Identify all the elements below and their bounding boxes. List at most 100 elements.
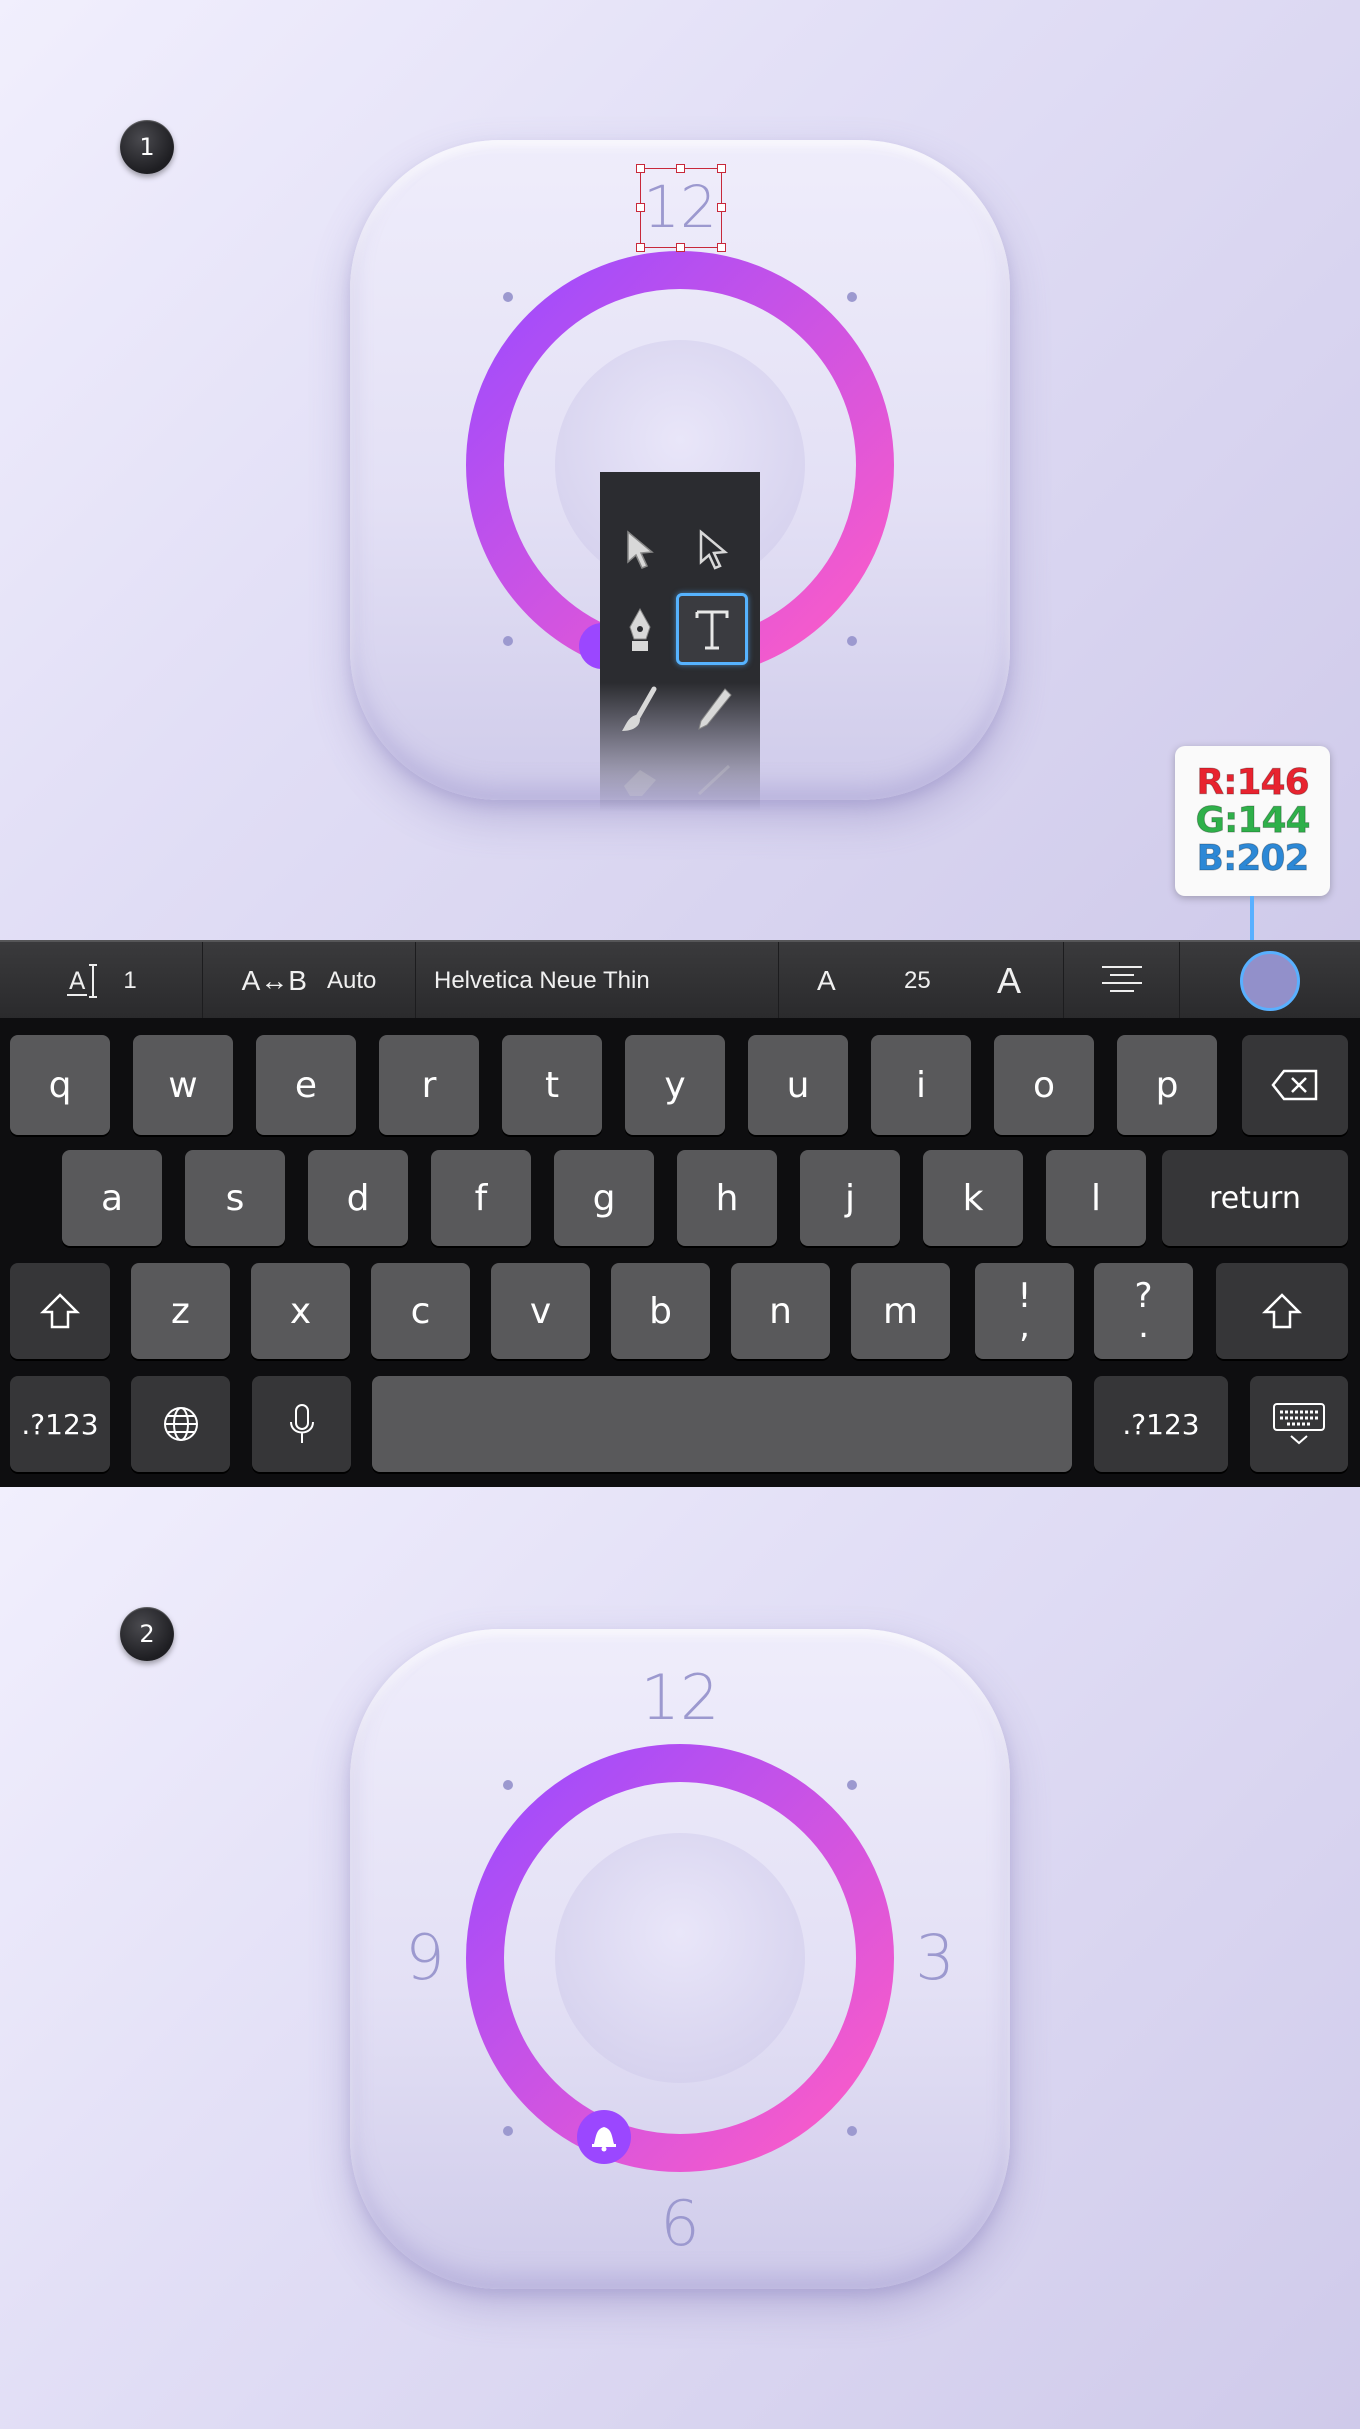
- question-period-key[interactable]: ?.: [1094, 1263, 1193, 1359]
- key-y[interactable]: y: [625, 1035, 725, 1135]
- key-t[interactable]: t: [502, 1035, 602, 1135]
- key-w[interactable]: w: [133, 1035, 233, 1135]
- selection-handle[interactable]: [676, 164, 685, 173]
- step-1-panel: 1 12 R:146 G:144 B:202: [0, 0, 1360, 940]
- text-selection-box[interactable]: [636, 164, 726, 252]
- text-color-swatch[interactable]: [1240, 951, 1300, 1011]
- numeral-9: 9: [405, 1921, 445, 1994]
- numeral-3: 3: [915, 1921, 955, 1994]
- key-a[interactable]: a: [62, 1150, 162, 1246]
- selection-handle[interactable]: [676, 243, 685, 252]
- line-tool-icon[interactable]: [680, 747, 746, 813]
- leading-value: 1: [123, 967, 137, 994]
- blue-value: B:202: [1196, 838, 1310, 879]
- onscreen-keyboard: qwertyuiop asdfghjkl return zxcvbnm !, ?…: [0, 1018, 1360, 1487]
- numbers-key-left[interactable]: .?123: [10, 1376, 110, 1472]
- key-i[interactable]: i: [871, 1035, 971, 1135]
- key-z[interactable]: z: [131, 1263, 230, 1359]
- backspace-key[interactable]: [1242, 1035, 1348, 1135]
- numbers-key-right[interactable]: .?123: [1094, 1376, 1228, 1472]
- keyboard-dismiss-icon: [1273, 1403, 1325, 1445]
- eraser-tool-icon[interactable]: [607, 747, 673, 813]
- tracking-control[interactable]: A↔B Auto: [203, 942, 416, 1020]
- key-d[interactable]: d: [308, 1150, 408, 1246]
- tracking-icon: A↔B: [241, 965, 307, 996]
- leading-control[interactable]: A 1: [0, 942, 203, 1020]
- microphone-icon: [289, 1404, 314, 1443]
- align-center-icon: [1101, 966, 1142, 992]
- key-j[interactable]: j: [800, 1150, 900, 1246]
- period-label: .: [1138, 1306, 1149, 1346]
- shift-icon: [1261, 1293, 1303, 1329]
- key-m[interactable]: m: [851, 1263, 950, 1359]
- font-size-control: A 25 A: [779, 942, 1064, 1020]
- key-u[interactable]: u: [748, 1035, 848, 1135]
- dismiss-keyboard-key[interactable]: [1250, 1376, 1348, 1472]
- selection-handle[interactable]: [717, 164, 726, 173]
- dictation-key[interactable]: [252, 1376, 351, 1472]
- numeral-12: 12: [640, 1661, 720, 1734]
- numeral-6: 6: [660, 2187, 700, 2260]
- exclamation-comma-key[interactable]: !,: [975, 1263, 1074, 1359]
- space-bar[interactable]: [372, 1376, 1072, 1472]
- shift-icon: [39, 1293, 81, 1329]
- clock-artwork-2: [466, 1744, 894, 2172]
- globe-key[interactable]: [131, 1376, 230, 1472]
- decrease-font-size-button[interactable]: A: [817, 965, 836, 997]
- red-value: R:146: [1196, 762, 1310, 803]
- key-h[interactable]: h: [677, 1150, 777, 1246]
- key-c[interactable]: c: [371, 1263, 470, 1359]
- tick-dot-bottom-right: [847, 636, 857, 646]
- selection-handle[interactable]: [636, 203, 645, 212]
- comma-label: ,: [1019, 1306, 1030, 1346]
- tracking-value: Auto: [326, 967, 377, 994]
- key-n[interactable]: n: [731, 1263, 830, 1359]
- key-f[interactable]: f: [431, 1150, 531, 1246]
- shift-key-left[interactable]: [10, 1263, 110, 1359]
- tick-dot-top-right: [847, 292, 857, 302]
- key-e[interactable]: e: [256, 1035, 356, 1135]
- font-family-name: Helvetica Neue Thin: [434, 967, 650, 994]
- selection-handle[interactable]: [636, 164, 645, 173]
- alignment-button[interactable]: [1064, 942, 1180, 1020]
- key-q[interactable]: q: [10, 1035, 110, 1135]
- shift-key-right[interactable]: [1216, 1263, 1348, 1359]
- tick-dot-top-left: [503, 1780, 513, 1790]
- selection-arrow-icon[interactable]: [607, 517, 673, 583]
- globe-icon: [163, 1407, 198, 1441]
- selection-handle[interactable]: [717, 243, 726, 252]
- direct-selection-arrow-icon[interactable]: [680, 517, 746, 583]
- key-o[interactable]: o: [994, 1035, 1094, 1135]
- key-b[interactable]: b: [611, 1263, 710, 1359]
- pencil-tool-icon[interactable]: [680, 677, 746, 743]
- font-family-selector[interactable]: Helvetica Neue Thin: [416, 942, 779, 1020]
- text-color-button[interactable]: [1180, 942, 1360, 1020]
- key-v[interactable]: v: [491, 1263, 590, 1359]
- tick-dot-bottom-right: [847, 2126, 857, 2136]
- tick-dot-bottom-left: [503, 636, 513, 646]
- key-k[interactable]: k: [923, 1150, 1023, 1246]
- return-key[interactable]: return: [1162, 1150, 1348, 1246]
- increase-font-size-button[interactable]: A: [997, 960, 1021, 1002]
- selection-handle[interactable]: [636, 243, 645, 252]
- inner-dial: [555, 1833, 805, 2083]
- key-p[interactable]: p: [1117, 1035, 1217, 1135]
- key-x[interactable]: x: [251, 1263, 350, 1359]
- tick-dot-top-left: [503, 292, 513, 302]
- brush-tool-icon[interactable]: [607, 677, 673, 743]
- tick-dot-bottom-left: [503, 2126, 513, 2136]
- tick-dot-top-right: [847, 1780, 857, 1790]
- key-r[interactable]: r: [379, 1035, 479, 1135]
- key-s[interactable]: s: [185, 1150, 285, 1246]
- line-height-icon: A: [67, 964, 98, 998]
- font-size-value: 25: [904, 967, 931, 994]
- type-tool-icon[interactable]: [676, 593, 748, 665]
- key-g[interactable]: g: [554, 1150, 654, 1246]
- selection-handle[interactable]: [717, 203, 726, 212]
- text-format-toolbar: A 1 A↔B Auto Helvetica Neue Thin A 25 A: [0, 940, 1360, 1020]
- key-l[interactable]: l: [1046, 1150, 1146, 1246]
- green-value: G:144: [1195, 800, 1311, 841]
- pen-tool-icon[interactable]: [607, 597, 673, 663]
- svg-text:A: A: [69, 967, 86, 995]
- color-readout-card: R:146 G:144 B:202: [1175, 746, 1330, 896]
